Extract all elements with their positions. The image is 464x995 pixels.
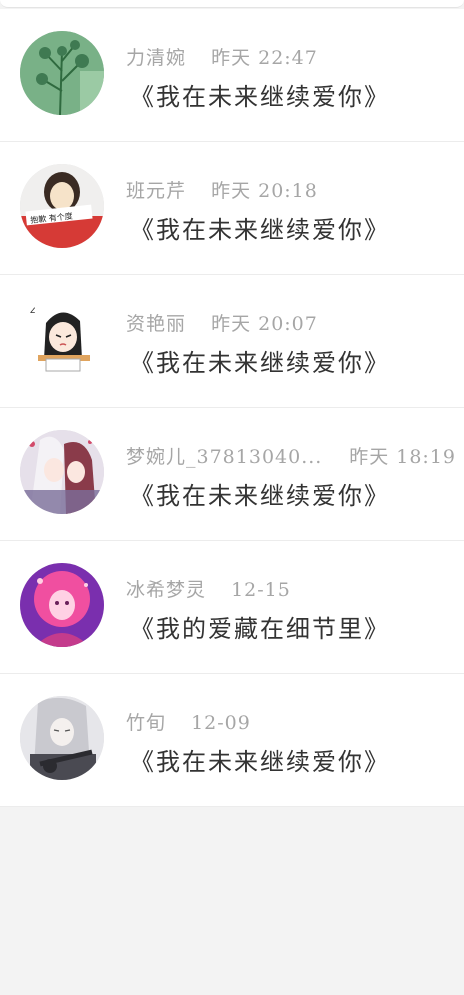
top-card-edge <box>0 0 464 8</box>
message-item[interactable]: 竹旬 12-09 《我在未来继续爱你》 <box>0 674 464 807</box>
message-meta: 资艳丽 昨天 20:07 <box>126 309 460 335</box>
message-text: 《我在未来继续爱你》 <box>130 349 390 377</box>
message-text: 《我在未来继续爱你》 <box>130 748 390 776</box>
message-text: 《我的爱藏在细节里》 <box>130 615 390 643</box>
sender-name[interactable]: 资艳丽 <box>126 313 186 335</box>
message-list: 力清婉 昨天 22:47 《我在未来继续爱你》 抱歉 有个度 班元芹 昨天 20… <box>0 9 464 807</box>
message-item[interactable]: 力清婉 昨天 22:47 《我在未来继续爱你》 <box>0 9 464 142</box>
anime-silver-hair-guitar-avatar[interactable] <box>20 696 104 780</box>
message-meta: 班元芹 昨天 20:18 <box>126 176 460 202</box>
message-time: 昨天 22:47 <box>211 47 318 69</box>
sender-name[interactable]: 梦婉儿_37813040... <box>126 446 322 468</box>
anime-pink-hair-avatar[interactable] <box>20 563 104 647</box>
girl-red-shirt-avatar[interactable]: 抱歉 有个度 <box>20 164 104 248</box>
message-time: 昨天 18:19 <box>349 446 456 468</box>
message-text: 《我在未来继续爱你》 <box>130 482 390 510</box>
message-meta: 力清婉 昨天 22:47 <box>126 43 460 69</box>
message-item[interactable]: 梦婉儿_37813040... 昨天 18:19 《我在未来继续爱你》 <box>0 408 464 541</box>
plant-photo-avatar[interactable] <box>20 31 104 115</box>
message-meta: 竹旬 12-09 <box>126 708 460 734</box>
message-text: 《我在未来继续爱你》 <box>130 83 390 111</box>
message-meta: 梦婉儿_37813040... 昨天 18:19 <box>126 442 460 468</box>
sender-name[interactable]: 冰希梦灵 <box>126 579 206 601</box>
message-item[interactable]: z 资艳丽 昨天 20:07 《我在未来继续爱你》 <box>0 275 464 408</box>
message-item[interactable]: 冰希梦灵 12-15 《我的爱藏在细节里》 <box>0 541 464 674</box>
avatar-caption: z <box>30 305 35 316</box>
message-time: 昨天 20:18 <box>211 180 318 202</box>
message-meta: 冰希梦灵 12-15 <box>126 575 460 601</box>
sender-name[interactable]: 班元芹 <box>126 180 186 202</box>
message-text: 《我在未来继续爱你》 <box>130 216 390 244</box>
message-time: 12-09 <box>191 712 251 734</box>
anime-couple-avatar[interactable] <box>20 430 104 514</box>
message-item[interactable]: 抱歉 有个度 班元芹 昨天 20:18 《我在未来继续爱你》 <box>0 142 464 275</box>
sender-name[interactable]: 力清婉 <box>126 47 186 69</box>
message-time: 12-15 <box>231 579 291 601</box>
sender-name[interactable]: 竹旬 <box>126 712 166 734</box>
cartoon-girl-desk-avatar[interactable]: z <box>20 297 104 381</box>
message-list-page: 力清婉 昨天 22:47 《我在未来继续爱你》 抱歉 有个度 班元芹 昨天 20… <box>0 0 464 995</box>
message-time: 昨天 20:07 <box>211 313 318 335</box>
